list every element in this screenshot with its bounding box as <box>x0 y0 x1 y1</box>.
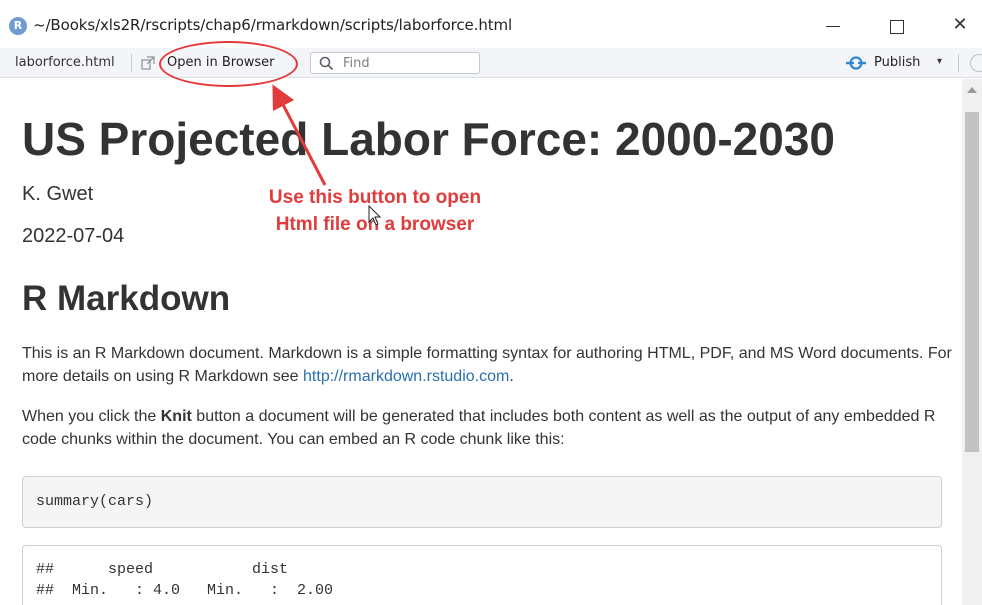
minimize-button[interactable] <box>812 10 852 42</box>
output-line: ## speed dist <box>36 561 289 578</box>
window-title: ~/Books/xls2R/rscripts/chap6/rmarkdown/s… <box>33 16 513 34</box>
intro-paragraph: This is an R Markdown document. Markdown… <box>22 342 952 388</box>
knit-bold-text: Knit <box>160 408 192 425</box>
paragraph-text: . <box>509 368 514 385</box>
document-title: US Projected Labor Force: 2000-2030 <box>22 113 835 165</box>
viewer-toolbar: laborforce.html Open in Browser Publish … <box>0 48 982 78</box>
code-chunk: summary(cars) <box>22 476 942 528</box>
annotation-arrow-icon <box>272 84 327 186</box>
open-external-icon[interactable] <box>141 56 155 70</box>
publish-button[interactable]: Publish <box>874 55 920 70</box>
knit-paragraph: When you click the Knit button a documen… <box>22 405 952 451</box>
paragraph-text: When you click the <box>22 408 161 425</box>
document-viewer: US Projected Labor Force: 2000-2030 K. G… <box>0 79 962 605</box>
find-box[interactable] <box>310 52 480 74</box>
search-icon <box>319 56 334 71</box>
find-input[interactable] <box>343 55 473 71</box>
title-bar: R ~/Books/xls2R/rscripts/chap6/rmarkdown… <box>0 0 982 48</box>
mouse-cursor-icon <box>368 205 382 226</box>
section-heading: R Markdown <box>22 279 231 318</box>
refresh-icon[interactable] <box>970 54 982 72</box>
scroll-thumb[interactable] <box>965 112 979 452</box>
code-output: ## speed dist ## Min. : 4.0 Min. : 2.00 <box>22 545 942 605</box>
output-line: ## Min. : 4.0 Min. : 2.00 <box>36 582 334 599</box>
close-button[interactable]: ✕ <box>940 10 980 42</box>
publish-icon <box>846 56 866 70</box>
file-name-label: laborforce.html <box>15 55 115 70</box>
publish-dropdown-icon[interactable]: ▾ <box>937 56 942 67</box>
document-date: 2022-07-04 <box>22 225 125 247</box>
r-app-icon: R <box>9 17 27 35</box>
toolbar-separator <box>131 54 132 72</box>
maximize-button[interactable] <box>876 10 916 42</box>
vertical-scrollbar[interactable] <box>962 79 982 605</box>
scroll-up-icon[interactable] <box>967 87 977 93</box>
toolbar-separator <box>958 54 959 72</box>
code-text: summary(cars) <box>36 493 154 510</box>
document-author: K. Gwet <box>22 183 94 205</box>
rmarkdown-link[interactable]: http://rmarkdown.rstudio.com <box>303 368 509 385</box>
